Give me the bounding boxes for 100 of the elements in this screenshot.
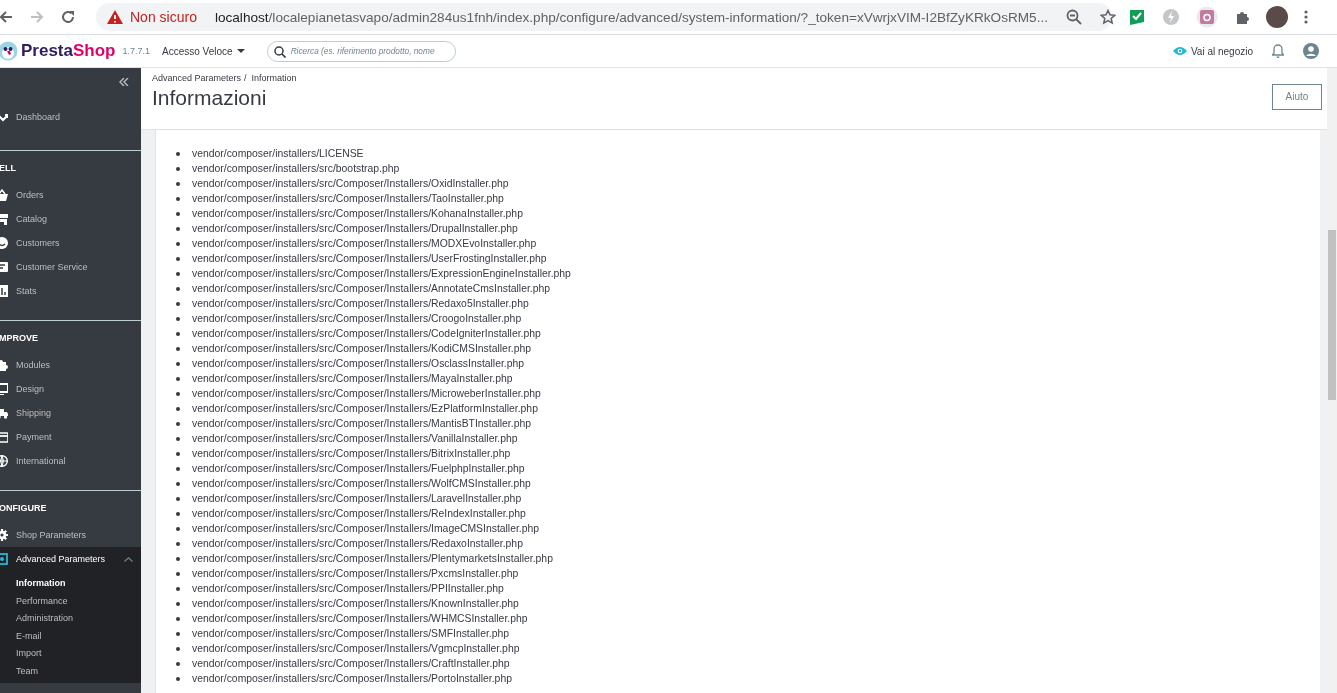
sidebar-item[interactable]: Stats	[0, 279, 141, 303]
bullet-icon	[176, 631, 180, 636]
bullet-icon	[176, 391, 180, 396]
collapse-icon[interactable]	[119, 78, 129, 86]
section-heading: ELL	[0, 163, 17, 175]
file-path: vendor/composer/installers/src/Composer/Installers/AnnotateCmsInstaller.php	[192, 283, 551, 294]
more-menu-icon[interactable]	[1304, 9, 1308, 25]
camera-icon[interactable]	[1196, 6, 1218, 28]
file-path: vendor/composer/installers/src/Composer/Installers/VgmcpInstaller.php	[192, 643, 520, 654]
bullet-icon	[176, 511, 180, 516]
sidebar-item[interactable]: Customers	[0, 231, 141, 255]
bullet-icon	[176, 601, 180, 606]
sidebar-item[interactable]: Modules	[0, 353, 141, 377]
bullet-icon	[176, 256, 180, 261]
file-path: vendor/composer/installers/src/Composer/Installers/FuelphpInstaller.php	[192, 463, 525, 474]
submenu-item[interactable]: Performance	[16, 592, 141, 611]
file-path: vendor/composer/installers/src/Composer/Installers/KodiCMSInstaller.php	[192, 343, 531, 354]
bullet-icon	[176, 451, 180, 456]
bullet-icon	[176, 466, 180, 471]
file-path: vendor/composer/installers/src/Composer/Installers/BitrixInstaller.php	[192, 448, 511, 459]
file-path: vendor/composer/installers/src/Composer/Installers/OsclassInstaller.php	[192, 358, 525, 369]
file-path: vendor/composer/installers/src/Composer/Installers/DrupalInstaller.php	[192, 223, 518, 234]
file-path: vendor/composer/installers/src/Composer/Installers/ExpressionEngineInstaller.php	[192, 268, 571, 279]
bullet-icon	[176, 361, 180, 366]
reload-icon[interactable]	[60, 9, 76, 25]
file-path: vendor/composer/installers/src/Composer/Installers/UserFrostingInstaller.php	[192, 253, 547, 264]
bullet-icon	[176, 661, 180, 666]
file-path: vendor/composer/installers/src/Composer/Installers/ReIndexInstaller.php	[192, 508, 526, 519]
sidebar-item[interactable]: Shipping	[0, 401, 141, 425]
bullet-icon	[176, 376, 180, 381]
puffin-logo-icon	[0, 41, 18, 61]
user-icon[interactable]	[1303, 43, 1319, 59]
sidebar-item[interactable]: Catalog	[0, 207, 141, 231]
section-heading: MPROVE	[0, 333, 39, 345]
security-label: Non sicuro	[130, 9, 197, 25]
quick-access-dropdown[interactable]: Accesso Veloce	[162, 45, 245, 57]
sidebar-item[interactable]: Dashboard	[0, 105, 141, 129]
file-path: vendor/composer/installers/src/Composer/Installers/OxidInstaller.php	[192, 178, 509, 189]
bullet-icon	[176, 316, 180, 321]
file-path: vendor/composer/installers/src/Composer/Installers/KohanaInstaller.php	[192, 208, 523, 219]
bullet-icon	[176, 151, 180, 156]
file-path: vendor/composer/installers/src/bootstrap.php	[192, 163, 400, 174]
submenu-item[interactable]: Import	[16, 645, 141, 663]
bullet-icon	[176, 196, 180, 201]
file-path: vendor/composer/installers/src/Composer/Installers/KnownInstaller.php	[192, 598, 519, 609]
bullet-icon	[176, 211, 180, 216]
file-path: vendor/composer/installers/src/Composer/Installers/EzPlatformInstaller.php	[192, 403, 538, 414]
profile-avatar[interactable]	[1266, 6, 1288, 28]
sidebar-item[interactable]: Customer Service	[0, 255, 141, 279]
sidebar-item[interactable]: Orders	[0, 183, 141, 207]
sidebar-item[interactable]: Shop Parameters	[0, 523, 141, 547]
file-path: vendor/composer/installers/src/Composer/Installers/ImageCMSInstaller.php	[192, 523, 540, 534]
file-path: vendor/composer/installers/src/Composer/Installers/MayaInstaller.php	[192, 373, 513, 384]
back-icon[interactable]	[0, 9, 14, 25]
warning-icon	[106, 9, 124, 25]
file-path: vendor/composer/installers/src/Composer/Installers/WHMCSInstaller.php	[192, 613, 528, 624]
sidebar-item[interactable]: International	[0, 449, 141, 473]
section-heading: ONFIGURE	[0, 503, 48, 515]
zoom-out-icon[interactable]	[1066, 9, 1082, 25]
bullet-icon	[176, 526, 180, 531]
submenu-item[interactable]: Information	[16, 575, 141, 593]
sidebar-item[interactable]: Advanced Parameters	[0, 547, 141, 571]
breadcrumb-link[interactable]: Advanced Parameters	[152, 73, 242, 83]
sidebar-item[interactable]: Design	[0, 377, 141, 401]
submenu-item[interactable]: Team	[16, 662, 141, 681]
check-icon[interactable]	[1128, 8, 1146, 26]
bullet-icon	[176, 226, 180, 231]
file-path: vendor/composer/installers/src/Composer/Installers/LaravelInstaller.php	[192, 493, 522, 504]
bullet-icon	[176, 676, 180, 681]
url-text: localhost/localepianetasvapo/admin284us1fnh/index.php/configure/advanced/system-information/?_token=xVwrjxVIM-I2BfZyKRkOsRM5...	[214, 9, 1048, 25]
bullet-icon	[176, 301, 180, 306]
file-path: vendor/composer/installers/src/Composer/Installers/CraftInstaller.php	[192, 658, 510, 669]
help-button[interactable]: Aiuto	[1272, 83, 1322, 110]
breadcrumb-separator: /	[244, 73, 247, 83]
file-path: vendor/composer/installers/src/Composer/Installers/CroogoInstaller.php	[192, 313, 522, 324]
scrollbar-thumb[interactable]	[1328, 230, 1336, 400]
caret-down-icon	[236, 49, 245, 53]
file-path: vendor/composer/installers/src/Composer/Installers/MODXEvoInstaller.php	[192, 238, 537, 249]
eye-icon	[1172, 46, 1187, 56]
submenu-item[interactable]: Administration	[16, 610, 141, 628]
file-path: vendor/composer/installers/src/Composer/Installers/PlentymarketsInstaller.php	[192, 553, 553, 564]
search-field[interactable]: Ricerca (es. riferimento prodotto, nome	[266, 40, 456, 62]
visit-shop-link[interactable]: Vai al negozio	[1172, 45, 1253, 57]
bullet-icon	[176, 586, 180, 591]
bullet-icon	[176, 556, 180, 561]
page-title: Informazioni	[152, 86, 267, 110]
file-path: vendor/composer/installers/src/Composer/Installers/TaoInstaller.php	[192, 193, 504, 204]
version-label: 1.7.7.1	[122, 46, 150, 56]
bullet-icon	[176, 541, 180, 546]
bullet-icon	[176, 286, 180, 291]
sidebar-item[interactable]: Payment	[0, 425, 141, 449]
file-path: vendor/composer/installers/LICENSE	[192, 148, 364, 159]
file-path: vendor/composer/installers/src/Composer/Installers/VanillaInstaller.php	[192, 433, 518, 444]
file-path: vendor/composer/installers/src/Composer/Installers/WolfCMSInstaller.php	[192, 478, 531, 489]
bullet-icon	[176, 481, 180, 486]
file-path: vendor/composer/installers/src/Composer/Installers/RedaxoInstaller.php	[192, 538, 523, 549]
bell-icon[interactable]	[1272, 44, 1284, 58]
star-icon[interactable]	[1100, 9, 1116, 25]
breadcrumb-link[interactable]: Information	[251, 73, 297, 83]
submenu-item[interactable]: E-mail	[16, 627, 141, 646]
